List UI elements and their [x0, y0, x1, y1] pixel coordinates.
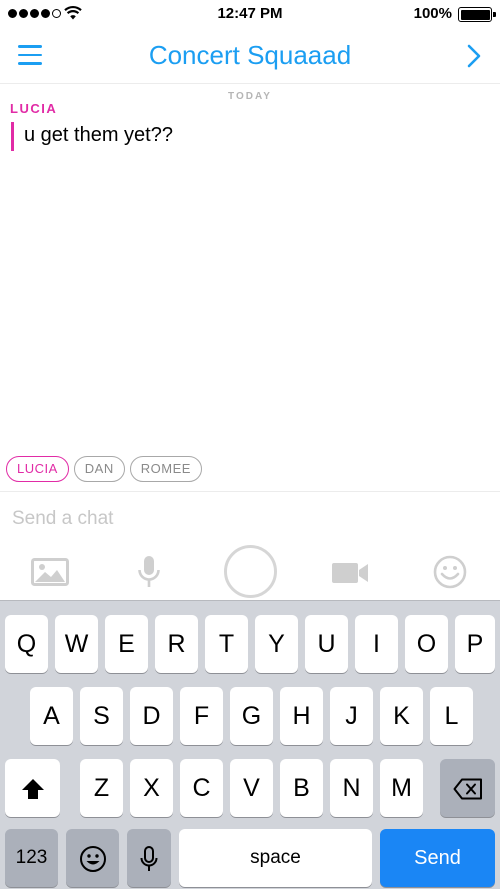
key-j[interactable]: J [330, 687, 373, 745]
key-o[interactable]: O [405, 615, 448, 673]
shift-key[interactable] [5, 759, 60, 817]
key-t[interactable]: T [205, 615, 248, 673]
chat-title: Concert Squaaad [148, 40, 352, 70]
chat-header: Concert Squaaad [0, 28, 500, 84]
dictation-key[interactable] [127, 829, 171, 887]
key-z[interactable]: Z [80, 759, 123, 817]
key-i[interactable]: I [355, 615, 398, 673]
compose-divider [0, 491, 500, 492]
key-l[interactable]: L [430, 687, 473, 745]
date-separator: TODAY [228, 91, 272, 102]
space-key[interactable]: space [179, 829, 372, 887]
battery-percentage: 100% [413, 5, 452, 22]
send-key[interactable]: Send [380, 829, 495, 887]
key-x[interactable]: X [130, 759, 173, 817]
key-v[interactable]: V [230, 759, 273, 817]
key-q[interactable]: Q [5, 615, 48, 673]
participant-chip-dan[interactable]: DAN [73, 456, 125, 482]
key-e[interactable]: E [105, 615, 148, 673]
emoji-key[interactable] [66, 829, 119, 887]
backspace-icon [453, 778, 482, 800]
status-bar: 12:47 PM 100% [0, 0, 500, 28]
microphone-icon[interactable] [137, 555, 161, 589]
message-accent-bar [11, 122, 14, 151]
microphone-key-icon [140, 846, 158, 872]
chat-toolbar [0, 542, 500, 600]
video-camera-icon[interactable] [331, 561, 369, 585]
on-screen-keyboard: Q W E R T Y U I O P A S D F G H J K L Z … [0, 600, 500, 889]
image-icon[interactable] [31, 558, 69, 586]
key-s[interactable]: S [80, 687, 123, 745]
key-m[interactable]: M [380, 759, 423, 817]
key-r[interactable]: R [155, 615, 198, 673]
chevron-right-icon[interactable] [466, 42, 482, 70]
backspace-key[interactable] [440, 759, 495, 817]
message-sender: LUCIA [10, 101, 58, 116]
key-u[interactable]: U [305, 615, 348, 673]
key-n[interactable]: N [330, 759, 373, 817]
participant-chips: LUCIA DAN ROMEE [6, 456, 202, 482]
key-h[interactable]: H [280, 687, 323, 745]
key-k[interactable]: K [380, 687, 423, 745]
key-f[interactable]: F [180, 687, 223, 745]
key-p[interactable]: P [455, 615, 495, 673]
participant-chip-romee[interactable]: ROMEE [129, 456, 202, 482]
key-b[interactable]: B [280, 759, 323, 817]
key-y[interactable]: Y [255, 615, 298, 673]
chat-input[interactable] [12, 500, 488, 538]
participant-chip-lucia[interactable]: LUCIA [6, 456, 69, 482]
battery-icon [458, 7, 496, 22]
key-c[interactable]: C [180, 759, 223, 817]
key-a[interactable]: A [30, 687, 73, 745]
emoji-icon [79, 846, 106, 873]
message-text: u get them yet?? [24, 124, 173, 146]
capture-button[interactable] [224, 545, 277, 598]
key-w[interactable]: W [55, 615, 98, 673]
shift-arrow-icon [21, 779, 44, 800]
key-d[interactable]: D [130, 687, 173, 745]
key-g[interactable]: G [230, 687, 273, 745]
smiley-icon[interactable] [433, 555, 467, 589]
numbers-key[interactable]: 123 [5, 829, 58, 887]
